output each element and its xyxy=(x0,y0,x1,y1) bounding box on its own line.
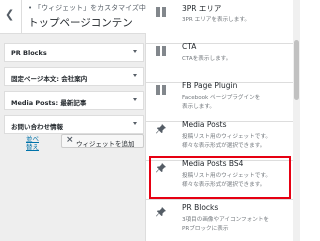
widget-option-desc: 3項目の画像やアイコンフォントを PRブロックに表示 xyxy=(182,216,288,233)
widget-option-desc: Facebook ページプラグインを 表示します。 xyxy=(182,94,288,111)
section-header: ❮ • 「ウィジェット」をカスタマイズ中 トップページコンテン xyxy=(0,0,146,34)
widget-title: PR Blocks xyxy=(11,49,47,57)
column-icon xyxy=(156,85,166,95)
close-icon: × xyxy=(66,135,74,145)
desc-line: 表示します。 xyxy=(182,103,216,110)
available-widgets-panel: 3PR エリア 3PR エリアを表示します。 CTA CTAを表示します。 FB… xyxy=(146,0,300,241)
widget-media-posts-latest[interactable]: Media Posts: 最新記事 xyxy=(4,91,144,110)
column-icon xyxy=(156,7,166,17)
widget-option-desc: CTAを表示します。 xyxy=(182,55,288,64)
widget-title: お問い合わせ情報 xyxy=(11,123,63,131)
widget-option-fb-page-plugin[interactable]: FB Page Plugin Facebook ページプラグインを 表示します。 xyxy=(146,78,300,122)
caret-down-icon[interactable] xyxy=(133,122,137,125)
widget-pr-blocks[interactable]: PR Blocks xyxy=(4,43,144,62)
widget-title: Media Posts: 最新記事 xyxy=(11,99,87,107)
scrollbar[interactable] xyxy=(293,0,300,241)
widget-option-pr-blocks[interactable]: PR Blocks 3項目の画像やアイコンフォントを PRブロックに表示 xyxy=(146,200,300,241)
desc-line: 3項目の画像やアイコンフォントを xyxy=(182,217,270,223)
widget-option-3pr-area[interactable]: 3PR エリア 3PR エリアを表示します。 xyxy=(146,0,300,44)
widget-fixed-page-company[interactable]: 固定ページ本文: 会社案内 xyxy=(4,67,144,86)
customizer-sidebar: ❮ • 「ウィジェット」をカスタマイズ中 トップページコンテン PR Blocks… xyxy=(0,0,146,241)
reorder-label-line: 替え xyxy=(26,142,39,151)
widget-option-media-posts[interactable]: Media Posts 投稿リスト用のウィジェットです。 様々な表示形式が選択で… xyxy=(146,117,300,161)
page-title: トップページコンテン xyxy=(28,17,133,29)
widget-option-desc: 3PR エリアを表示します。 xyxy=(182,16,288,25)
widget-option-title: Media Posts xyxy=(182,120,227,129)
desc-line: Facebook ページプラグインを xyxy=(182,95,261,101)
desc-line: PRブロックに表示 xyxy=(182,225,229,232)
add-widget-button[interactable]: × ウィジェットを追加 xyxy=(61,134,144,148)
highlight-frame xyxy=(149,156,291,199)
widget-option-title: PR Blocks xyxy=(182,203,219,212)
caret-down-icon[interactable] xyxy=(133,74,137,77)
pin-icon xyxy=(156,124,166,134)
reorder-link[interactable]: 並べ 替え xyxy=(26,135,39,152)
scrollbar-thumb[interactable] xyxy=(294,40,299,100)
desc-line: CTAを表示します。 xyxy=(182,56,232,62)
breadcrumb: • 「ウィジェット」をカスタマイズ中 xyxy=(28,3,146,13)
caret-down-icon[interactable] xyxy=(133,98,137,101)
widget-contact-info[interactable]: お問い合わせ情報 xyxy=(4,115,144,134)
desc-line: 様々な表示形式が選択できます。 xyxy=(182,142,266,149)
widget-option-title: FB Page Plugin xyxy=(182,81,238,90)
add-widget-label: ウィジェットを追加 xyxy=(76,140,135,148)
widget-option-cta[interactable]: CTA CTAを表示します。 xyxy=(146,39,300,83)
desc-line: 投稿リスト用のウィジェットです。 xyxy=(182,134,271,140)
widget-option-title: 3PR エリア xyxy=(182,4,222,13)
pin-icon xyxy=(156,207,166,217)
caret-down-icon[interactable] xyxy=(133,50,137,53)
column-icon xyxy=(156,46,166,56)
breadcrumb-label: 「ウィジェット」をカスタマイズ中 xyxy=(34,4,146,12)
widget-option-desc: 投稿リスト用のウィジェットです。 様々な表示形式が選択できます。 xyxy=(182,133,288,150)
chevron-left-icon: ❮ xyxy=(5,8,15,21)
widget-title: 固定ページ本文: 会社案内 xyxy=(11,75,88,83)
widget-option-title: CTA xyxy=(182,42,197,51)
back-button[interactable]: ❮ xyxy=(0,0,22,34)
desc-line: 3PR エリアを表示します。 xyxy=(182,17,250,23)
breadcrumb-separator: • xyxy=(28,4,33,12)
